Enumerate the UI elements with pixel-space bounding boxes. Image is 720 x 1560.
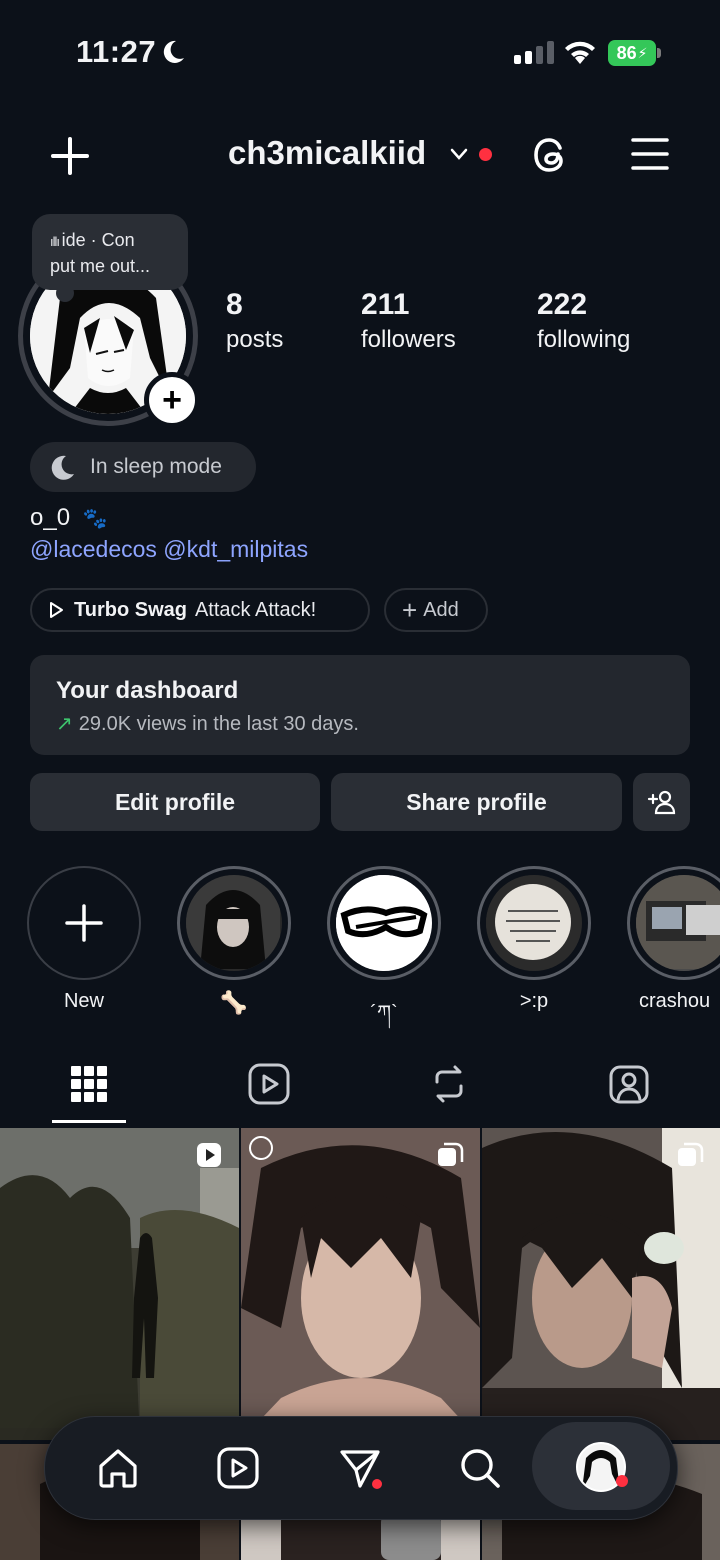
new-highlight-button[interactable] [27,866,141,980]
direct-message-icon[interactable] [338,1446,382,1490]
dashboard-title: Your dashboard [56,677,239,704]
highlight-item[interactable] [477,866,591,980]
highlight-label: >:p [519,990,549,1012]
highlight-label: ´ཀ` [370,1002,398,1024]
sleep-mode-label: In sleep mode [90,455,222,478]
audio-wave-icon: ıllı [50,234,62,249]
grid-icon[interactable] [67,1062,111,1106]
highlight-label: crashou [639,990,711,1012]
add-label: Add [423,598,459,621]
profile-username[interactable]: ch3micalkiid [228,134,426,172]
highlight-label: 🦴 [177,990,291,1016]
threads-icon[interactable] [530,134,572,176]
chevron-down-icon[interactable] [449,146,469,162]
post-thumbnail[interactable] [0,1128,239,1440]
trend-up-icon: ↗ [56,713,73,735]
discover-people-button[interactable] [633,773,690,831]
note-line-1: ide · Con [61,230,135,250]
reels-icon[interactable] [247,1062,291,1106]
search-icon[interactable] [458,1446,502,1490]
add-story-button[interactable]: + [144,372,200,428]
home-icon[interactable] [96,1446,140,1490]
paw-icon: 🐾 [82,508,108,530]
stat-following[interactable]: 222 following [537,288,630,354]
music-artist: Attack Attack! [194,598,317,621]
stat-followers[interactable]: 211 followers [361,288,456,354]
reel-badge-icon [196,1142,222,1168]
create-plus-icon[interactable] [50,136,90,176]
notification-dot [479,148,492,161]
plus-icon: + [402,594,418,625]
add-link-button[interactable]: + Add [384,588,488,632]
dashboard-subtitle: ↗ 29.0K views in the last 30 days. [56,713,359,735]
status-time: 11:27 [76,34,157,69]
note-bubble[interactable]: ıllı ide · Con put me out... [32,214,188,290]
battery-tip [657,48,661,58]
carousel-badge-icon [436,1142,464,1168]
highlight-label: New [63,990,104,1012]
cell-signal-icon [514,40,554,64]
stat-number: 8 [226,288,243,321]
bone-icon: 🦴 [220,990,248,1015]
battery-indicator: 86 ⚡ [608,40,656,66]
wifi-icon [565,41,595,64]
highlight-item[interactable] [627,866,720,980]
reels-nav-icon[interactable] [216,1446,260,1490]
stat-label: followers [361,326,456,353]
edit-profile-button[interactable]: Edit profile [30,773,320,831]
reposts-icon[interactable] [427,1062,471,1106]
carousel-badge-icon [676,1142,704,1168]
moon-icon [163,40,184,63]
note-line-2: put me out... [50,256,151,276]
add-person-icon [647,790,675,815]
highlight-item[interactable] [327,866,441,980]
play-icon [50,602,63,618]
post-thumbnail[interactable] [241,1128,480,1440]
stat-label: posts [226,326,284,353]
stat-posts[interactable]: 8 posts [226,288,283,354]
share-profile-button[interactable]: Share profile [331,773,622,831]
bio-text: o_0 🐾 [30,504,108,531]
notification-dot [616,1475,628,1487]
menu-hamburger-icon[interactable] [630,136,670,172]
stat-number: 211 [361,288,410,321]
tagged-icon[interactable] [607,1062,651,1106]
post-thumbnail[interactable] [482,1128,720,1440]
highlight-item[interactable] [177,866,291,980]
music-pill[interactable]: Turbo Swag Attack Attack! [30,588,370,632]
moon-icon [51,455,74,480]
bio-mentions-link[interactable]: @lacedecos @kdt_milpitas [30,536,308,563]
plus-icon [65,904,103,942]
music-title: Turbo Swag [74,598,187,621]
active-tab-indicator [52,1120,126,1123]
stat-number: 222 [537,288,588,321]
dashboard-card[interactable]: Your dashboard ↗ 29.0K views in the last … [30,655,690,755]
stat-label: following [537,326,631,353]
sleep-mode-badge[interactable]: In sleep mode [30,442,256,492]
